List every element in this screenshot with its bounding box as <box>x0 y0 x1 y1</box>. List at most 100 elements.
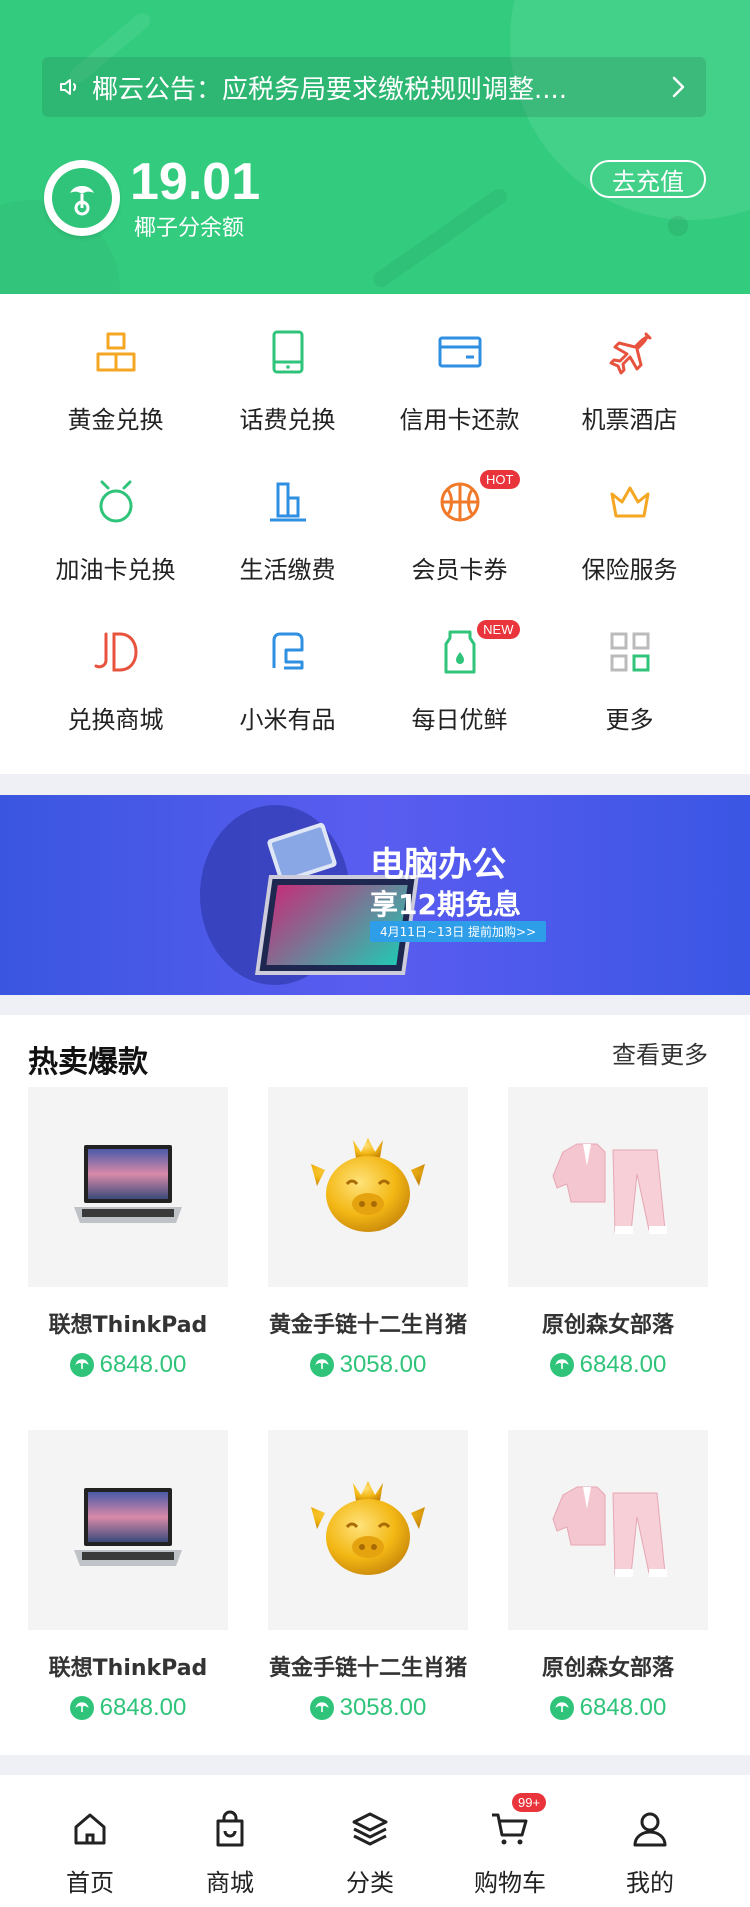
hot-products-section: 热卖爆款 查看更多 联想ThinkPad 6848.00 黄金手链十二生肖猪 3… <box>0 1015 750 1755</box>
chevron-right-icon <box>664 73 692 101</box>
header-decoration <box>369 185 511 291</box>
tab-mall[interactable]: 商城 <box>160 1775 300 1907</box>
credit-card-icon <box>432 324 488 380</box>
tab-label: 我的 <box>626 1869 674 1897</box>
gold-bars-icon <box>88 324 144 380</box>
service-label: 保险服务 <box>581 556 678 584</box>
tab-cart[interactable]: 99+ 购物车 <box>440 1775 580 1907</box>
service-member-cards[interactable]: HOT 会员卡券 <box>366 444 553 594</box>
announcement-text: 椰云公告：应税务局要求缴税规则调整.... <box>92 74 568 105</box>
coin-icon <box>549 1353 574 1377</box>
tab-label: 分类 <box>346 1869 394 1897</box>
product-card[interactable]: 黄金手链十二生肖猪 3058.00 <box>268 1430 468 1722</box>
service-youpin[interactable]: 小米有品 <box>194 594 381 744</box>
service-label: 加油卡兑换 <box>55 556 176 584</box>
promo-banner[interactable]: 电脑办公 享12期免息 4月11日~13日 提前加购>> <box>0 795 750 995</box>
phone-icon <box>260 324 316 380</box>
balance-value: 19.01 <box>130 153 261 211</box>
building-icon <box>260 474 316 530</box>
new-badge: NEW <box>477 620 520 639</box>
milk-icon: NEW <box>432 620 520 680</box>
jd-icon <box>88 624 144 680</box>
service-flight-hotel[interactable]: 机票酒店 <box>536 294 723 444</box>
banner-subtitle: 享12期免息 <box>370 888 521 921</box>
recharge-button[interactable]: 去充值 <box>590 160 706 198</box>
price-value: 3058.00 <box>339 1694 427 1721</box>
service-more[interactable]: 更多 <box>536 594 723 744</box>
tab-profile[interactable]: 我的 <box>580 1775 720 1907</box>
shopping-bag-icon <box>208 1807 252 1851</box>
gold-pig-image <box>268 1087 468 1287</box>
tab-label: 商城 <box>206 1869 254 1897</box>
product-price: 6848.00 <box>28 1694 228 1722</box>
gold-pig-image <box>268 1430 468 1630</box>
service-label: 生活缴费 <box>239 556 336 584</box>
service-gold-exchange[interactable]: 黄金兑换 <box>22 294 209 444</box>
price-value: 6848.00 <box>579 1694 667 1721</box>
announcement-bar[interactable]: 椰云公告：应税务局要求缴税规则调整.... <box>42 57 706 117</box>
layers-icon <box>348 1807 392 1851</box>
product-price: 3058.00 <box>268 1351 468 1379</box>
balance-label: 椰子分余额 <box>134 216 245 241</box>
coconut-coin-icon <box>44 160 120 236</box>
speaker-icon <box>56 73 84 101</box>
product-card[interactable]: 联想ThinkPad 6848.00 <box>28 1430 228 1722</box>
product-name: 原创森女部落 <box>541 1656 674 1681</box>
airplane-icon <box>602 324 658 380</box>
product-name: 联想ThinkPad <box>48 1313 208 1338</box>
product-price: 3058.00 <box>268 1694 468 1722</box>
product-name: 联想ThinkPad <box>48 1656 208 1681</box>
product-card[interactable]: 黄金手链十二生肖猪 3058.00 <box>268 1087 468 1379</box>
price-value: 3058.00 <box>339 1351 427 1378</box>
service-fuel-card[interactable]: 加油卡兑换 <box>22 444 209 594</box>
youpin-icon <box>260 624 316 680</box>
pajamas-image <box>508 1087 708 1287</box>
pajamas-image <box>508 1430 708 1630</box>
service-utility-bills[interactable]: 生活缴费 <box>194 444 381 594</box>
service-label: 更多 <box>605 706 654 734</box>
view-more-link[interactable]: 查看更多 <box>612 1035 708 1070</box>
price-value: 6848.00 <box>99 1351 187 1378</box>
fuel-icon <box>88 474 144 530</box>
service-label: 每日优鲜 <box>411 706 508 734</box>
service-daily-fresh[interactable]: NEW 每日优鲜 <box>366 594 553 744</box>
cart-icon: 99+ <box>488 1793 547 1851</box>
product-card[interactable]: 原创森女部落 6848.00 <box>508 1430 708 1722</box>
coin-icon <box>309 1696 334 1720</box>
service-label: 兑换商城 <box>67 706 164 734</box>
section-title: 热卖爆款 <box>28 1045 148 1080</box>
service-phone-credit[interactable]: 话费兑换 <box>194 294 381 444</box>
basketball-icon: HOT <box>432 470 520 530</box>
laptop-image <box>28 1087 228 1287</box>
product-name: 黄金手链十二生肖猪 <box>268 1313 467 1338</box>
product-card[interactable]: 联想ThinkPad 6848.00 <box>28 1087 228 1379</box>
tab-label: 购物车 <box>474 1869 546 1897</box>
tab-home[interactable]: 首页 <box>20 1775 160 1907</box>
product-price: 6848.00 <box>28 1351 228 1379</box>
crown-icon <box>602 474 658 530</box>
header: 椰云公告：应税务局要求缴税规则调整.... 19.01 椰子分余额 去充值 <box>0 0 750 294</box>
services-grid: 黄金兑换 话费兑换 信用卡还款 机票酒店 加油卡兑换 生活缴费 HOT 会员卡券… <box>0 294 750 774</box>
user-icon <box>628 1807 672 1851</box>
tab-label: 首页 <box>66 1869 114 1897</box>
coin-icon <box>69 1696 94 1720</box>
service-label: 话费兑换 <box>239 406 336 434</box>
service-label: 信用卡还款 <box>399 406 520 434</box>
service-credit-card[interactable]: 信用卡还款 <box>366 294 553 444</box>
service-label: 会员卡券 <box>411 556 508 584</box>
header-decoration <box>668 216 688 236</box>
tab-categories[interactable]: 分类 <box>300 1775 440 1907</box>
product-card[interactable]: 原创森女部落 6848.00 <box>508 1087 708 1379</box>
coin-icon <box>549 1696 574 1720</box>
banner-tag: 4月11日~13日 提前加购>> <box>370 921 547 942</box>
service-label: 机票酒店 <box>581 406 678 434</box>
bottom-tab-bar: 首页 商城 分类 99+ 购物车 我的 <box>0 1775 750 1907</box>
hot-badge: HOT <box>480 470 520 489</box>
home-icon <box>68 1807 112 1851</box>
service-label: 小米有品 <box>239 706 336 734</box>
laptop-image <box>28 1430 228 1630</box>
service-insurance[interactable]: 保险服务 <box>536 444 723 594</box>
price-value: 6848.00 <box>99 1694 187 1721</box>
price-value: 6848.00 <box>579 1351 667 1378</box>
service-exchange-mall[interactable]: 兑换商城 <box>22 594 209 744</box>
